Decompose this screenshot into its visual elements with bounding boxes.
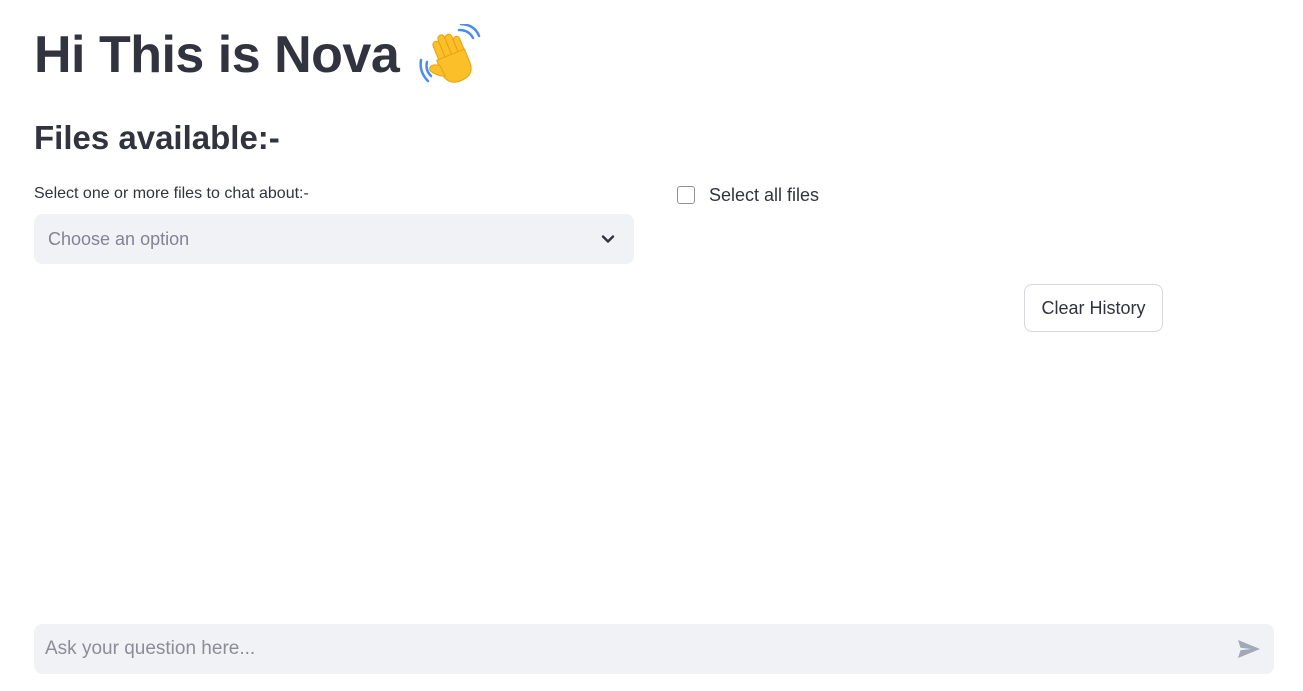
page-title: Hi This is Nova (34, 26, 400, 84)
title-row: Hi This is Nova (34, 22, 481, 88)
send-icon[interactable] (1236, 636, 1262, 662)
files-available-heading: Files available:- (34, 119, 280, 156)
file-select-label: Select one or more files to chat about:- (34, 185, 309, 202)
select-all-files-checkbox[interactable] (677, 186, 695, 204)
clear-history-button[interactable]: Clear History (1024, 284, 1163, 332)
chevron-down-icon[interactable] (600, 231, 616, 247)
chat-input-container (34, 624, 1274, 674)
file-select-placeholder: Choose an option (48, 228, 190, 249)
select-all-files-label: Select all files (709, 184, 820, 205)
chat-input[interactable] (45, 638, 1236, 660)
file-multiselect[interactable]: Choose an option (34, 214, 634, 264)
waving-hand-icon (419, 22, 481, 86)
select-all-files-toggle[interactable]: Select all files (677, 182, 819, 208)
